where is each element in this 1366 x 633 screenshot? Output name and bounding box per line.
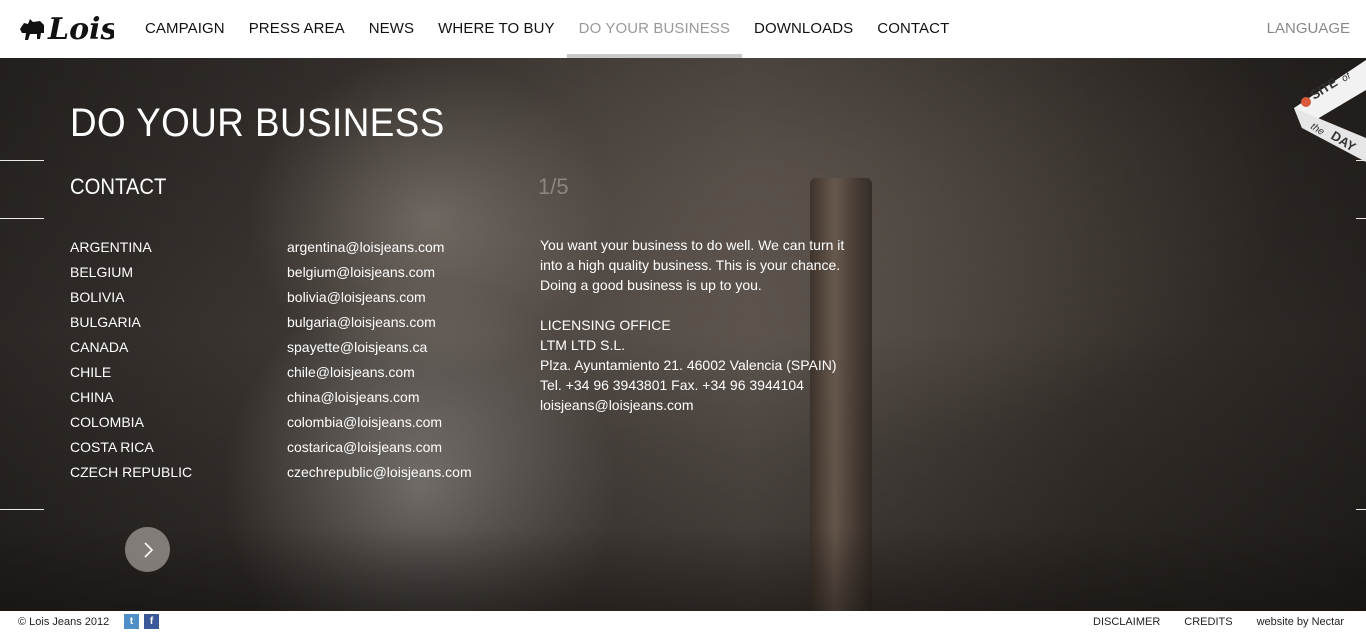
contact-row: BULGARIA bulgaria@loisjeans.com [70, 312, 510, 337]
email-link[interactable]: bolivia@loisjeans.com [287, 287, 426, 312]
business-info: You want your business to do well. We ca… [540, 235, 860, 415]
contact-row: CHILE chile@loisjeans.com [70, 362, 510, 387]
section-title: CONTACT [70, 174, 167, 199]
divider-line [0, 160, 44, 161]
office-email-link[interactable]: loisjeans@loisjeans.com [540, 395, 860, 415]
page-indicator: 1/5 [538, 174, 569, 199]
language-selector[interactable]: LANGUAGE [1267, 0, 1350, 58]
country-name: BOLIVIA [70, 289, 125, 305]
contact-row: CANADA spayette@loisjeans.ca [70, 337, 510, 362]
twitter-icon[interactable]: t [124, 614, 139, 629]
facebook-icon[interactable]: f [144, 614, 159, 629]
country-name: CANADA [70, 339, 129, 355]
country-name: CHINA [70, 389, 114, 405]
credits-link[interactable]: CREDITS [1184, 616, 1232, 628]
country-name: CZECH REPUBLIC [70, 464, 193, 480]
country-name: COLOMBIA [70, 414, 144, 430]
email-link[interactable]: argentina@loisjeans.com [287, 237, 444, 262]
contact-row: CHINA china@loisjeans.com [70, 387, 510, 412]
contact-row: ARGENTINA argentina@loisjeans.com [70, 237, 510, 262]
contact-row: BELGIUM belgium@loisjeans.com [70, 262, 510, 287]
contact-list: ARGENTINA argentina@loisjeans.com BELGIU… [70, 237, 510, 487]
email-link[interactable]: colombia@loisjeans.com [287, 412, 442, 437]
email-link[interactable]: spayette@loisjeans.ca [287, 337, 427, 362]
disclaimer-link[interactable]: DISCLAIMER [1093, 616, 1160, 628]
country-name: ARGENTINA [70, 239, 152, 255]
intro-text: You want your business to do well. We ca… [540, 237, 845, 253]
email-link[interactable]: czechrepublic@loisjeans.com [287, 462, 472, 487]
office-heading: LICENSING OFFICE [540, 317, 671, 333]
site-of-the-day-badge[interactable]: SITE of the DAY [1294, 58, 1366, 162]
nav-campaign[interactable]: CAMPAIGN [133, 0, 237, 58]
country-name: BELGIUM [70, 264, 134, 280]
contact-row: COSTA RICA costarica@loisjeans.com [70, 437, 510, 462]
footer-links: DISCLAIMER CREDITS website by Nectar [1069, 616, 1344, 628]
contact-row: COLOMBIA colombia@loisjeans.com [70, 412, 510, 437]
country-name: COSTA RICA [70, 439, 154, 455]
divider-line [0, 218, 44, 219]
divider-line [0, 509, 44, 510]
logo-wordmark: Lois [47, 12, 114, 47]
contact-row: BOLIVIA bolivia@loisjeans.com [70, 287, 510, 312]
award-logo-icon [1301, 97, 1311, 107]
country-name: CHILE [70, 364, 112, 380]
top-navigation-bar: Lois CAMPAIGN PRESS AREA NEWS WHERE TO B… [0, 0, 1366, 58]
nav-press-area[interactable]: PRESS AREA [237, 0, 357, 58]
nav-contact[interactable]: CONTACT [865, 0, 961, 58]
country-name: BULGARIA [70, 314, 141, 330]
main-nav: CAMPAIGN PRESS AREA NEWS WHERE TO BUY DO… [133, 0, 961, 58]
office-company: LTM LTD S.L. [540, 337, 626, 353]
nav-downloads[interactable]: DOWNLOADS [742, 0, 865, 58]
intro-text: Doing a good business is up to you. [540, 277, 762, 293]
social-links: t f [124, 614, 159, 629]
email-link[interactable]: china@loisjeans.com [287, 387, 420, 412]
nav-do-your-business[interactable]: DO YOUR BUSINESS [566, 0, 743, 58]
page-title: DO YOUR BUSINESS [70, 101, 445, 145]
office-phone: Tel. +34 96 3943801 Fax. +34 96 3944104 [540, 377, 804, 393]
website-by-link[interactable]: website by Nectar [1257, 616, 1344, 628]
email-link[interactable]: costarica@loisjeans.com [287, 437, 442, 462]
intro-text: into a high quality business. This is yo… [540, 257, 841, 273]
nav-where-to-buy[interactable]: WHERE TO BUY [426, 0, 567, 58]
office-address: Plza. Ayuntamiento 21. 46002 Valencia (S… [540, 357, 837, 373]
footer: © Lois Jeans 2012 t f DISCLAIMER CREDITS… [0, 611, 1366, 633]
contact-row: CZECH REPUBLIC czechrepublic@loisjeans.c… [70, 462, 510, 487]
divider-line [1356, 218, 1366, 219]
divider-line [1356, 509, 1366, 510]
email-link[interactable]: belgium@loisjeans.com [287, 262, 435, 287]
next-page-button[interactable] [125, 527, 170, 572]
lois-logo[interactable]: Lois [18, 9, 114, 47]
email-link[interactable]: chile@loisjeans.com [287, 362, 415, 387]
ground-shadow [0, 528, 1366, 611]
chevron-right-icon [143, 541, 153, 558]
email-link[interactable]: bulgaria@loisjeans.com [287, 312, 436, 337]
copyright-text: © Lois Jeans 2012 [18, 616, 110, 628]
nav-news[interactable]: NEWS [357, 0, 426, 58]
